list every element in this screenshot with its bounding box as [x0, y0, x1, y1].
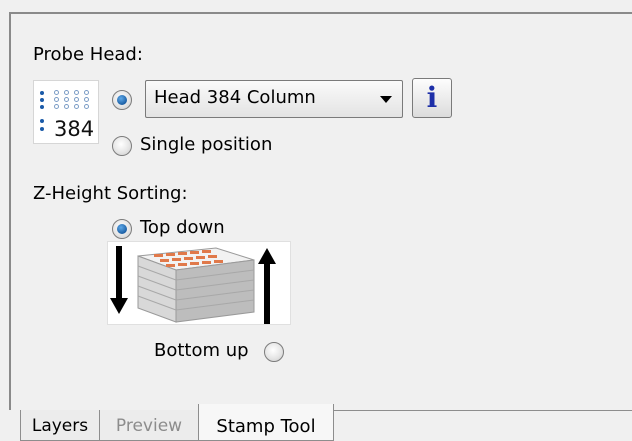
single-position-radio[interactable]: [112, 136, 132, 156]
tab-stamp-tool-label: Stamp Tool: [216, 416, 316, 437]
bottom-up-label: Bottom up: [154, 340, 249, 361]
top-down-radio[interactable]: [112, 219, 132, 239]
settings-panel: [9, 12, 632, 410]
tab-layers[interactable]: Layers: [20, 410, 100, 441]
info-button[interactable]: i: [412, 78, 452, 118]
head-option-radio[interactable]: [112, 90, 132, 110]
tab-preview[interactable]: Preview: [99, 410, 199, 441]
dropdown-arrow-icon: [380, 96, 392, 103]
z-sorting-illustration: [107, 241, 291, 325]
probe-head-icon-label: 384: [54, 117, 95, 141]
bottom-up-radio[interactable]: [264, 342, 284, 362]
probe-head-dropdown-value: Head 384 Column: [154, 87, 316, 108]
tab-stamp-tool[interactable]: Stamp Tool: [198, 404, 334, 441]
info-icon: i: [426, 81, 438, 114]
z-height-sorting-heading: Z-Height Sorting:: [33, 183, 188, 204]
single-position-label: Single position: [140, 134, 273, 155]
probe-head-heading: Probe Head:: [33, 44, 143, 65]
tab-preview-label: Preview: [115, 416, 183, 436]
probe-head-384-icon: 384: [33, 80, 99, 144]
top-down-label: Top down: [140, 217, 225, 238]
tab-strip-filler: [333, 410, 632, 441]
plate-stack-icon: [110, 246, 276, 324]
probe-head-dropdown[interactable]: Head 384 Column: [145, 80, 403, 118]
tab-layers-label: Layers: [31, 416, 89, 436]
window-top-border: [0, 0, 632, 12]
